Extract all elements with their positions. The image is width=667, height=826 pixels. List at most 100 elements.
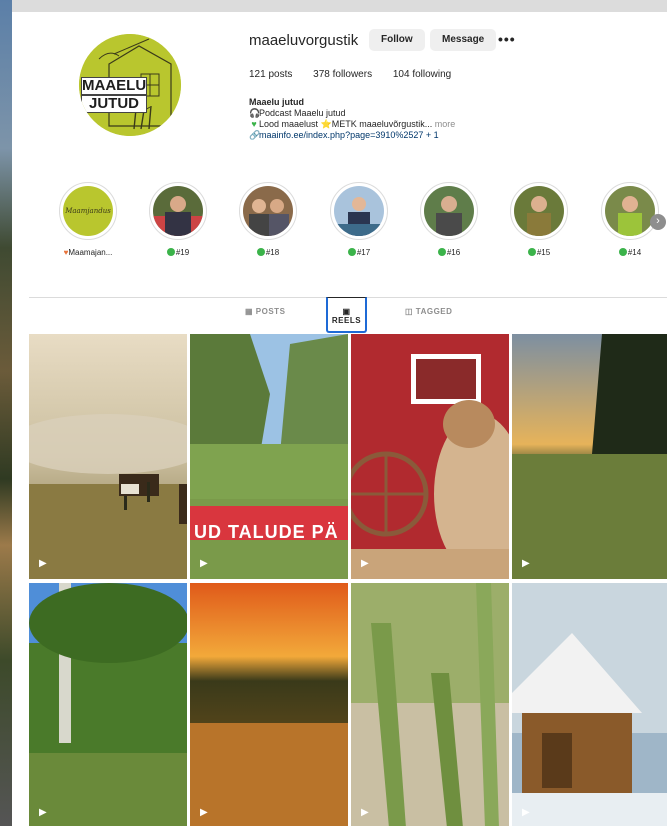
highlight-item[interactable]: #15: [509, 182, 569, 257]
highlight-item[interactable]: Maamjandus ♥Maamajan...: [58, 182, 118, 257]
play-icon: ▶: [361, 807, 369, 818]
highlight-label-text: #18: [265, 248, 280, 257]
bio-line-link[interactable]: 🔗maainfo.ee/index.php?page=3910%2527 + 1: [249, 130, 455, 141]
green-dot-icon: [256, 248, 265, 256]
reel-tile[interactable]: ▶: [190, 583, 348, 826]
reel-tile[interactable]: ▶: [351, 334, 509, 579]
profile-stats: 121 posts 378 followers 104 following: [249, 69, 469, 80]
profile-avatar[interactable]: MAAELU JUTUD: [79, 34, 181, 136]
more-options-icon[interactable]: •••: [498, 29, 516, 49]
reel-thumbnail: [512, 334, 667, 579]
reel-tile[interactable]: ▶: [512, 334, 667, 579]
link-icon: 🔗: [249, 130, 261, 140]
reel-tile[interactable]: UD TALUDE PÄ ▶: [190, 334, 348, 579]
highlight-ring: [510, 182, 568, 240]
chevron-right-icon[interactable]: ›: [650, 214, 666, 230]
highlight-label-text: #14: [627, 248, 642, 257]
highlight-label-text: #15: [536, 248, 551, 257]
reel-tile[interactable]: ▶: [29, 334, 187, 579]
highlight-ring: [330, 182, 388, 240]
highlight-label: #16: [419, 248, 479, 257]
highlight-item[interactable]: #18: [238, 182, 298, 257]
highlight-ring: Maamjandus: [59, 182, 117, 240]
highlight-item[interactable]: #19: [148, 182, 208, 257]
reel-thumbnail: [29, 334, 187, 579]
play-icon: ▶: [200, 807, 208, 818]
highlight-label: #14: [600, 248, 660, 257]
reels-icon: ▣: [342, 307, 351, 316]
play-icon: ▶: [522, 558, 530, 569]
green-dot-icon: [618, 248, 627, 256]
highlight-cover: [334, 186, 384, 236]
highlight-ring: [420, 182, 478, 240]
highlight-label-text: #19: [175, 248, 190, 257]
bio-name: Maaelu jutud: [249, 97, 305, 107]
following-count[interactable]: 104 following: [393, 69, 451, 80]
tab-posts-label: POSTS: [255, 307, 286, 316]
highlight-cover: [424, 186, 474, 236]
highlight-item[interactable]: #16: [419, 182, 479, 257]
highlight-item[interactable]: #17: [329, 182, 389, 257]
highlight-photo: [334, 186, 384, 236]
bio-line-podcast: 🎧Podcast Maaelu jutud: [249, 108, 455, 119]
avatar-logo-line1: MAAELU: [81, 77, 147, 95]
play-icon: ▶: [522, 807, 530, 818]
profile-page: MAAELU JUTUD maaeluvorgustik Follow Mess…: [12, 12, 667, 826]
play-icon: ▶: [361, 558, 369, 569]
highlight-cover: [153, 186, 203, 236]
green-dot-icon: [437, 248, 446, 256]
tab-reels[interactable]: ▣ REELS: [326, 297, 367, 333]
tab-reels-label: REELS: [331, 316, 362, 325]
reel-tile[interactable]: ▶: [512, 583, 667, 826]
reel-thumbnail: [351, 334, 509, 579]
bio-more-link[interactable]: more: [435, 119, 456, 129]
highlight-photo: [424, 186, 474, 236]
highlight-photo: [153, 186, 203, 236]
bio-stories-text: Lood maaelust ⭐METK maaeluvõrgustik...: [259, 119, 433, 129]
highlight-label: #15: [509, 248, 569, 257]
green-dot-icon: [166, 248, 175, 256]
highlight-ring: [149, 182, 207, 240]
play-icon: ▶: [39, 807, 47, 818]
tab-posts[interactable]: ▦ POSTS: [245, 307, 285, 316]
reel-tile[interactable]: ▶: [29, 583, 187, 826]
highlight-cover: [243, 186, 293, 236]
headphones-icon: 🎧: [249, 108, 261, 118]
bio-external-link[interactable]: maainfo.ee/index.php?page=3910%2527 + 1: [259, 130, 439, 140]
highlight-ring: [239, 182, 297, 240]
highlight-label: #18: [238, 248, 298, 257]
green-dot-icon: [527, 248, 536, 256]
reel-tile[interactable]: ▶: [351, 583, 509, 826]
bio-podcast-text: Podcast Maaelu jutud: [259, 108, 346, 118]
highlight-label-text: #16: [446, 248, 461, 257]
play-icon: ▶: [39, 558, 47, 569]
highlight-label: ♥Maamajan...: [58, 248, 118, 257]
highlight-cover: [605, 186, 655, 236]
highlight-label: #19: [148, 248, 208, 257]
green-dot-icon: [347, 248, 356, 256]
message-button[interactable]: Message: [430, 29, 497, 51]
play-icon: ▶: [200, 558, 208, 569]
banner-text: UD TALUDE PÄ: [194, 522, 339, 542]
reel-thumbnail: [512, 583, 667, 826]
tag-icon: ◫: [405, 307, 416, 316]
highlight-photo: [243, 186, 293, 236]
highlight-label-text: Maamajan...: [68, 248, 113, 257]
reel-thumbnail: [190, 583, 348, 826]
background-photo-strip: [0, 0, 12, 826]
highlight-label: #17: [329, 248, 389, 257]
reel-thumbnail: [29, 583, 187, 826]
highlight-photo: [605, 186, 655, 236]
followers-count[interactable]: 378 followers: [313, 69, 372, 80]
grid-icon: ▦: [245, 307, 256, 316]
highlight-ring: [601, 182, 659, 240]
tab-tagged[interactable]: ◫ TAGGED: [405, 307, 452, 316]
tab-tagged-label: TAGGED: [415, 307, 453, 316]
profile-username: maaeluvorgustik: [249, 32, 359, 49]
profile-bio: Maaelu jutud 🎧Podcast Maaelu jutud ♥ Lood…: [249, 97, 455, 141]
bio-line-stories: ♥ Lood maaelust ⭐METK maaeluvõrgustik... …: [249, 119, 455, 130]
highlight-cover-text: Maamjandus: [65, 207, 111, 215]
highlight-cover: Maamjandus: [63, 186, 113, 236]
highlight-label-text: #17: [356, 248, 371, 257]
follow-button[interactable]: Follow: [369, 29, 425, 51]
